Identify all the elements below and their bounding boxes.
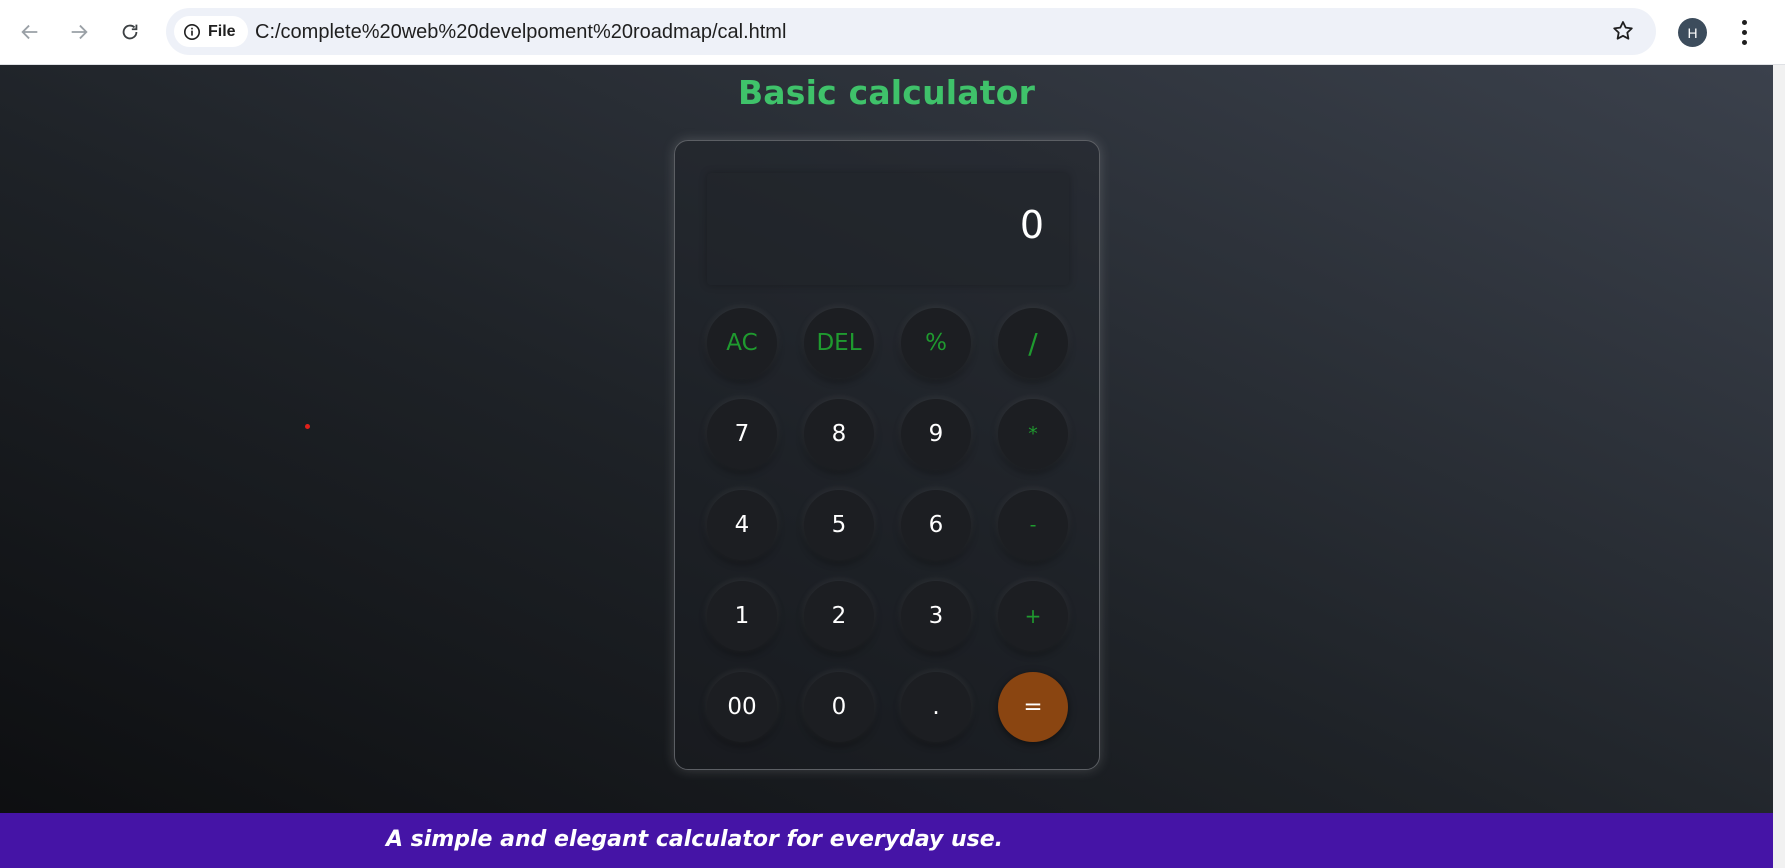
key-0[interactable]: 0: [804, 672, 874, 742]
key-2[interactable]: 2: [804, 581, 874, 651]
reload-button[interactable]: [114, 16, 146, 48]
site-info-chip[interactable]: File: [174, 16, 248, 47]
key-divide[interactable]: /: [998, 308, 1068, 378]
arrow-left-icon: [21, 24, 38, 40]
address-bar[interactable]: File C:/complete%20web%20develpoment%20r…: [166, 8, 1656, 55]
key-4[interactable]: 4: [707, 490, 777, 560]
key-5[interactable]: 5: [804, 490, 874, 560]
info-icon: [183, 23, 201, 40]
key-9[interactable]: 9: [901, 399, 971, 469]
key-3[interactable]: 3: [901, 581, 971, 651]
reload-icon: [122, 24, 138, 40]
page-title: Basic calculator: [737, 73, 1036, 112]
back-button[interactable]: [14, 16, 46, 48]
key-ac[interactable]: AC: [707, 308, 777, 378]
calculator-display: 0: [707, 173, 1069, 285]
footer: A simple and elegant calculator for ever…: [0, 813, 1773, 868]
key-subtract[interactable]: -: [998, 490, 1068, 560]
key-add[interactable]: +: [998, 581, 1068, 651]
bookmark-star-icon[interactable]: [1610, 18, 1636, 44]
cursor-dot: [305, 424, 310, 429]
key-7[interactable]: 7: [707, 399, 777, 469]
display-value: 0: [1019, 203, 1044, 247]
key-decimal[interactable]: .: [901, 672, 971, 742]
site-chip-label: File: [208, 22, 236, 40]
arrow-right-icon: [71, 24, 88, 40]
key-double-zero[interactable]: 00: [707, 672, 777, 742]
page-scrollbar[interactable]: [1773, 65, 1785, 868]
key-equals[interactable]: =: [998, 672, 1068, 742]
key-multiply[interactable]: *: [998, 399, 1068, 469]
page-viewport: Basic calculator 0 AC DEL % / 7 8 9 * 4 …: [0, 65, 1773, 868]
browser-toolbar: File C:/complete%20web%20develpoment%20r…: [0, 0, 1785, 65]
key-percent[interactable]: %: [901, 308, 971, 378]
key-1[interactable]: 1: [707, 581, 777, 651]
key-6[interactable]: 6: [901, 490, 971, 560]
forward-button[interactable]: [63, 16, 95, 48]
key-del[interactable]: DEL: [804, 308, 874, 378]
footer-tagline: A simple and elegant calculator for ever…: [386, 827, 1004, 852]
key-8[interactable]: 8: [804, 399, 874, 469]
url-text[interactable]: C:/complete%20web%20develpoment%20roadma…: [255, 21, 786, 44]
calculator: 0 AC DEL % / 7 8 9 * 4 5 6 - 1 2 3 + 00 …: [674, 140, 1100, 770]
more-options-icon[interactable]: [1732, 16, 1756, 48]
profile-avatar[interactable]: H: [1678, 18, 1707, 47]
